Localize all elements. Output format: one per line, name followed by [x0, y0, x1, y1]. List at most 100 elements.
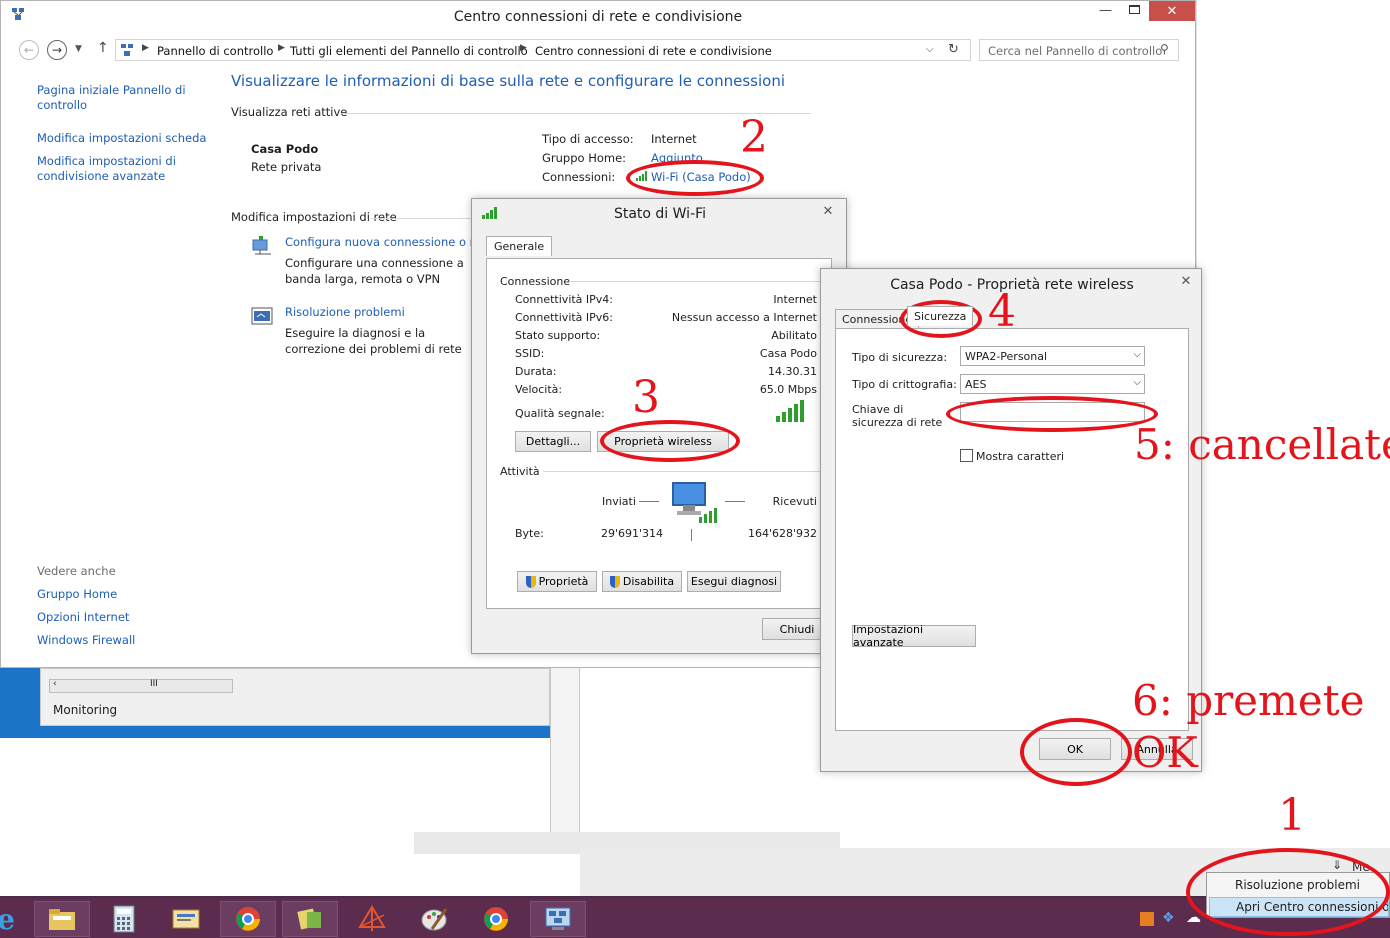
show-characters-checkbox[interactable]: [960, 449, 973, 462]
close-window-button[interactable]: ✕: [1149, 1, 1195, 21]
internet-explorer-icon[interactable]: e: [0, 901, 34, 937]
disable-button[interactable]: Disabilita: [602, 571, 682, 592]
chrome-icon-2[interactable]: [468, 901, 524, 937]
control-panel-icon: [120, 43, 134, 57]
security-type-label: Tipo di sicurezza:: [852, 351, 948, 364]
window-app-icon[interactable]: [158, 901, 214, 937]
ok-button[interactable]: OK: [1039, 738, 1111, 760]
see-also-homegroup-link[interactable]: Gruppo Home: [37, 587, 117, 601]
up-arrow-icon[interactable]: ↑: [97, 40, 109, 56]
signal-quality-label: Qualità segnale:: [515, 407, 605, 420]
minimize-icon[interactable]: —: [1099, 3, 1112, 18]
ssid-label: SSID:: [515, 347, 545, 360]
connections-label: Connessioni:: [542, 170, 616, 184]
tab-security[interactable]: Sicurezza: [907, 306, 974, 326]
search-icon[interactable]: ⚲: [1160, 42, 1169, 56]
properties-button-label: Proprietà: [538, 575, 589, 588]
recent-pages-chevron-icon[interactable]: ▼: [75, 44, 82, 54]
wifi-connection-link[interactable]: Wi-Fi (Casa Podo): [651, 170, 751, 184]
connection-divider: [569, 281, 821, 282]
uac-shield-icon: [609, 575, 620, 588]
homegroup-link[interactable]: Aggiunto: [651, 151, 703, 165]
wifi-status-dialog: Stato di Wi-Fi ✕ Generale Connessione Co…: [471, 198, 847, 654]
security-panel: Tipo di sicurezza: WPA2-Personal ⌵ Tipo …: [835, 328, 1189, 731]
address-bar[interactable]: ▶ Pannello di controllo ▶ Tutti gli elem…: [115, 39, 971, 61]
address-dropdown-icon[interactable]: ⌵: [926, 44, 934, 55]
menu-item-open-network-center-label: Apri Centro connessioni di rete: [1236, 900, 1388, 914]
chevron-down-icon: ⌵: [1133, 349, 1141, 360]
breadcrumb-item-network-center[interactable]: Centro connessioni di rete e condivision…: [535, 44, 772, 58]
refresh-icon[interactable]: ↻: [948, 42, 959, 57]
wifi-status-title: Stato di Wi-Fi: [613, 206, 707, 222]
advanced-settings-button[interactable]: Impostazioni avanzate: [852, 623, 976, 649]
forward-icon[interactable]: →: [47, 40, 67, 60]
signal-bars-icon: [775, 399, 807, 426]
search-box[interactable]: Cerca nel Pannello di controllo ⚲: [979, 39, 1179, 61]
cloud-icon[interactable]: ☁: [1186, 908, 1201, 926]
setup-connection-link[interactable]: Configura nuova connessione o rete: [285, 235, 471, 249]
chevron-down-icon: ⌵: [1133, 377, 1141, 388]
search-input[interactable]: Cerca nel Pannello di controllo: [988, 44, 1162, 58]
sidebar-adapter-settings-link[interactable]: Modifica impostazioni scheda: [37, 131, 207, 146]
received-label: Ricevuti: [772, 495, 817, 508]
see-also-header: Vedere anche: [37, 564, 116, 578]
setup-connection-description: Configurare una connessione a banda larg…: [285, 256, 464, 286]
menu-item-troubleshoot[interactable]: Risoluzione problemi: [1235, 878, 1360, 892]
scroll-grip: III: [150, 679, 158, 689]
file-explorer-icon[interactable]: [34, 901, 90, 937]
maximize-icon[interactable]: [1129, 5, 1140, 14]
wifi-status-panel: Connessione Connettività IPv4: Internet …: [486, 258, 832, 609]
tab-general[interactable]: Generale: [486, 236, 553, 256]
properties-button[interactable]: Proprietà: [517, 571, 597, 592]
calculator-icon[interactable]: [96, 901, 152, 937]
encryption-type-value: AES: [965, 377, 987, 391]
breadcrumb-item-control-panel[interactable]: Pannello di controllo: [157, 44, 273, 58]
ipv6-value: Nessun accesso a Internet: [671, 311, 817, 324]
security-type-value: WPA2-Personal: [965, 349, 1048, 363]
main-window-title: Centro connessioni di rete e condivision…: [453, 9, 743, 25]
new-connection-icon: [251, 234, 275, 259]
received-line: [725, 501, 745, 502]
background-window: ‹ III Monitoring: [40, 668, 550, 726]
network-type: Rete privata: [251, 160, 322, 174]
control-panel-taskbar-icon[interactable]: [530, 901, 586, 937]
homegroup-label: Gruppo Home:: [542, 151, 627, 165]
uac-shield-icon: [525, 575, 536, 588]
sidebar-home-link[interactable]: Pagina iniziale Pannello di controllo: [37, 83, 197, 113]
paint-icon[interactable]: [406, 901, 462, 937]
ipv6-label: Connettività IPv6:: [515, 311, 614, 324]
back-icon[interactable]: ←: [19, 40, 39, 60]
security-type-select[interactable]: WPA2-Personal ⌵: [960, 346, 1145, 366]
wireless-properties-close-icon[interactable]: ✕: [1173, 272, 1199, 290]
notes-app-icon[interactable]: [282, 901, 338, 937]
tray-hint-text: Me: [1352, 860, 1370, 874]
breadcrumb-separator-icon: ▶: [520, 43, 527, 53]
wifi-status-close-icon[interactable]: ✕: [815, 202, 841, 220]
wireless-properties-button[interactable]: Proprietà wireless: [597, 431, 729, 452]
tray-app-icon[interactable]: [1140, 912, 1154, 926]
tray-context-menu: Risoluzione problemi Apri Centro conness…: [1206, 872, 1390, 918]
breadcrumb-item-all-items[interactable]: Tutti gli elementi del Pannello di contr…: [290, 44, 528, 58]
breadcrumb-separator-icon: ▶: [278, 43, 285, 53]
details-button[interactable]: Dettagli...: [515, 431, 591, 452]
see-also-firewall-link[interactable]: Windows Firewall: [37, 633, 135, 647]
cancel-button[interactable]: Annulla: [1121, 738, 1193, 760]
sent-line: [639, 501, 659, 502]
dropbox-icon[interactable]: ❖: [1162, 910, 1175, 926]
see-also-internet-options-link[interactable]: Opzioni Internet: [37, 610, 129, 624]
activity-section-header: Attività: [500, 465, 540, 478]
encryption-type-select[interactable]: AES ⌵: [960, 374, 1145, 394]
3d-app-icon[interactable]: [344, 901, 400, 937]
security-key-input[interactable]: [960, 402, 1145, 422]
chrome-icon[interactable]: [220, 901, 276, 937]
menu-item-open-network-center[interactable]: Apri Centro connessioni di rete: [1209, 897, 1389, 917]
duration-value: 14.30.31: [768, 365, 817, 378]
main-title-bar: Centro connessioni di rete e condivision…: [1, 1, 1195, 33]
background-hscrollbar[interactable]: ‹ III: [49, 679, 233, 693]
navigation-bar: ← → ▼ ↑ ▶ Pannello di controllo ▶ Tutti …: [1, 35, 1195, 65]
media-state-label: Stato supporto:: [515, 329, 601, 342]
troubleshoot-link[interactable]: Risoluzione problemi: [285, 305, 405, 319]
diagnose-button[interactable]: Esegui diagnosi: [687, 571, 781, 592]
breadcrumb-separator-icon: ▶: [142, 43, 149, 53]
sidebar-sharing-settings-link[interactable]: Modifica impostazioni di condivisione av…: [37, 154, 197, 184]
